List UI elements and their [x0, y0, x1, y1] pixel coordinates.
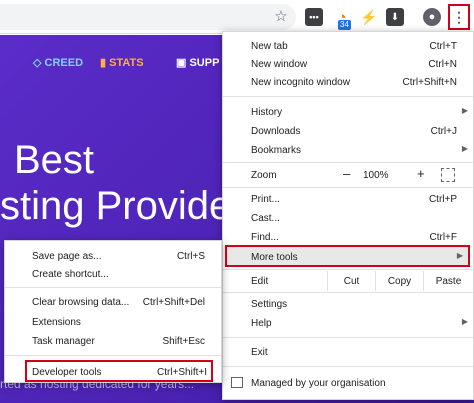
extension-badge: 34: [338, 20, 351, 30]
menu-separator: [223, 269, 473, 270]
profile-avatar-icon[interactable]: ●: [423, 8, 441, 26]
submenu-item-extensions[interactable]: Extensions: [5, 312, 221, 332]
chrome-main-menu: New tab Ctrl+T New window Ctrl+N New inc…: [222, 31, 474, 400]
hero-heading-line1: Best: [14, 138, 95, 182]
bookmark-star-icon[interactable]: ☆: [272, 7, 290, 25]
submenu-arrow-icon: ▶: [461, 144, 468, 153]
menu-separator: [223, 187, 473, 188]
menu-item-settings[interactable]: Settings: [223, 294, 473, 314]
menu-item-find[interactable]: Find... Ctrl+F: [223, 227, 473, 247]
zoom-level: 100%: [363, 170, 389, 181]
menu-separator: [5, 287, 221, 288]
menu-item-new-window[interactable]: New window Ctrl+N: [223, 54, 473, 74]
menu-separator: [223, 366, 473, 367]
briefcase-icon: ▣: [176, 57, 190, 69]
more-tools-submenu: Save page as... Ctrl+S Create shortcut..…: [4, 240, 222, 383]
edit-paste-button[interactable]: Paste: [423, 271, 473, 291]
nav-item-support[interactable]: ▣ SUPP: [176, 56, 219, 69]
menu-item-managed[interactable]: Managed by your organisation: [223, 373, 473, 393]
menu-separator: [223, 96, 473, 97]
browser-toolbar: ☆ ••• ◔ 34 ⚡ ⬇ ● ⋮: [0, 0, 474, 34]
submenu-item-clear-browsing-data[interactable]: Clear browsing data... Ctrl+Shift+Del: [5, 292, 221, 312]
menu-separator: [5, 355, 221, 356]
edit-copy-button[interactable]: Copy: [375, 271, 423, 291]
organisation-building-icon: [231, 377, 243, 388]
menu-item-print[interactable]: Print... Ctrl+P: [223, 189, 473, 209]
submenu-arrow-icon: ▶: [461, 317, 468, 326]
submenu-item-create-shortcut[interactable]: Create shortcut...: [5, 264, 221, 284]
menu-item-help[interactable]: Help ▶: [223, 313, 473, 333]
menu-item-history[interactable]: History ▶: [223, 102, 473, 122]
fullscreen-icon[interactable]: [441, 168, 455, 182]
menu-separator: [223, 292, 473, 293]
hero-heading-line2: sting Provide: [0, 184, 232, 228]
menu-item-more-tools[interactable]: More tools ▶: [225, 245, 470, 267]
menu-item-bookmarks[interactable]: Bookmarks ▶: [223, 140, 473, 160]
submenu-arrow-icon: ▶: [456, 251, 463, 260]
menu-item-zoom: Zoom – 100% +: [223, 165, 473, 185]
menu-item-new-incognito[interactable]: New incognito window Ctrl+Shift+N: [223, 72, 473, 92]
submenu-item-task-manager[interactable]: Task manager Shift+Esc: [5, 331, 221, 351]
nav-item-creed[interactable]: ◇ CREED: [33, 56, 83, 69]
menu-separator: [223, 162, 473, 163]
diamond-icon: ◇: [33, 57, 45, 69]
menu-item-cast[interactable]: Cast...: [223, 208, 473, 228]
zoom-in-button[interactable]: +: [417, 166, 425, 181]
address-bar[interactable]: [0, 4, 296, 30]
menu-item-new-tab[interactable]: New tab Ctrl+T: [223, 36, 473, 56]
menu-item-downloads[interactable]: Downloads Ctrl+J: [223, 121, 473, 141]
submenu-item-save-page[interactable]: Save page as... Ctrl+S: [5, 246, 221, 266]
submenu-item-developer-tools[interactable]: Developer tools Ctrl+Shift+I: [25, 360, 213, 382]
extension-dots-icon[interactable]: •••: [305, 8, 323, 26]
menu-item-edit: Edit Cut Copy Paste: [223, 271, 473, 291]
zoom-out-button[interactable]: –: [343, 166, 350, 181]
bar-chart-icon: ▮: [100, 57, 110, 69]
submenu-arrow-icon: ▶: [461, 106, 468, 115]
download-extension-icon[interactable]: ⬇: [386, 8, 404, 26]
lightning-extension-icon[interactable]: ⚡: [360, 8, 378, 26]
edit-cut-button[interactable]: Cut: [327, 271, 375, 291]
menu-separator: [223, 337, 473, 338]
menu-item-exit[interactable]: Exit: [223, 342, 473, 362]
nav-item-stats[interactable]: ▮ STATS: [100, 56, 144, 69]
chrome-menu-button[interactable]: ⋮: [448, 4, 470, 30]
